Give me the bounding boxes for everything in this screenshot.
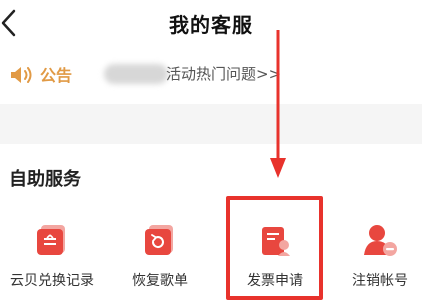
service-restore-playlist[interactable]: 恢复歌单 (110, 222, 210, 306)
service-label: 云贝兑换记录 (10, 273, 94, 289)
highlight-box (226, 196, 323, 300)
service-exchange-record[interactable]: 云贝兑换记录 (2, 222, 102, 306)
customer-service-page: 我的客服 公告 活动热门问题>> 自助服务 云贝兑换记录 恢复歌单 发票申请 注… (0, 0, 422, 306)
section-divider (0, 104, 422, 144)
notice-label: 公告 (40, 66, 73, 85)
section-title: 自助服务 (9, 169, 81, 190)
exchange-record-icon (37, 225, 65, 255)
cancel-account-icon (364, 225, 397, 256)
page-title: 我的客服 (169, 13, 253, 37)
speaker-icon (11, 67, 32, 83)
service-label: 恢复歌单 (132, 273, 188, 289)
redacted-text (104, 64, 168, 84)
header: 我的客服 (0, 0, 422, 50)
service-label: 注销帐号 (352, 273, 408, 289)
arrow-down-icon (270, 30, 286, 178)
notice-bar[interactable]: 公告 活动热门问题>> (0, 52, 422, 96)
service-cancel-account[interactable]: 注销帐号 (330, 222, 422, 306)
restore-playlist-icon (145, 225, 173, 255)
notice-text[interactable]: 活动热门问题>> (166, 63, 281, 84)
